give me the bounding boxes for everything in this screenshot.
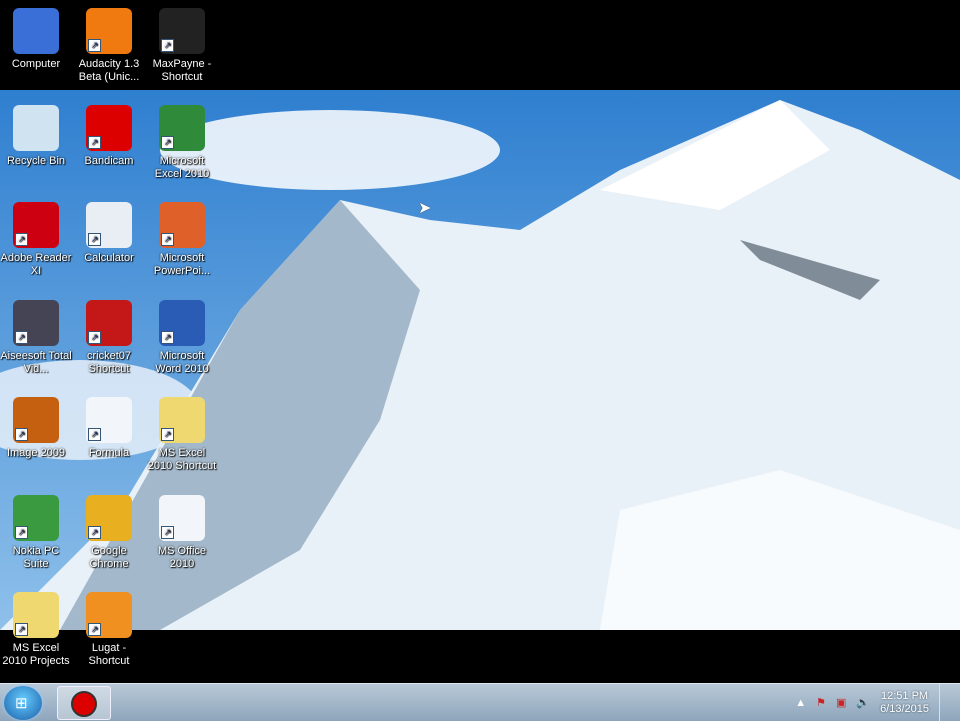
desktop-icon-ms-excel-2010-shortcut[interactable]: ↗ MS Excel 2010 Shortcut <box>146 397 218 473</box>
icon-label: cricket07 Shortcut <box>86 350 132 375</box>
app-icon <box>13 8 59 54</box>
desktop-icon-calculator[interactable]: ↗ Calculator <box>73 202 145 265</box>
desktop-icon-microsoft-excel-2010[interactable]: ↗ Microsoft Excel 2010 <box>146 105 218 181</box>
desktop-icon-microsoft-powerpoi[interactable]: ↗ Microsoft PowerPoi... <box>146 202 218 278</box>
desktop-icon-computer[interactable]: Computer <box>0 8 72 71</box>
show-desktop-button[interactable] <box>939 684 950 721</box>
shortcut-arrow-icon: ↗ <box>88 39 101 52</box>
app-icon: ↗ <box>86 397 132 443</box>
app-icon: ↗ <box>86 300 132 346</box>
icon-label: MS Office 2010 <box>157 545 207 570</box>
app-icon <box>13 105 59 151</box>
desktop-icon-audacity-1-3-beta-unic[interactable]: ↗ Audacity 1.3 Beta (Unic... <box>73 8 145 84</box>
icon-label: Microsoft PowerPoi... <box>153 252 211 277</box>
app-icon: ↗ <box>13 202 59 248</box>
desktop-icon-cricket07-shortcut[interactable]: ↗ cricket07 Shortcut <box>73 300 145 376</box>
app-icon: ↗ <box>159 397 205 443</box>
mouse-cursor-icon: ➤ <box>418 200 432 217</box>
icon-label: Microsoft Excel 2010 <box>154 155 210 180</box>
app-icon: ↗ <box>86 105 132 151</box>
app-icon: ↗ <box>159 495 205 541</box>
shortcut-arrow-icon: ↗ <box>88 136 101 149</box>
shortcut-arrow-icon: ↗ <box>88 526 101 539</box>
clock[interactable]: 12:51 PM 6/13/2015 <box>880 690 929 716</box>
volume-icon[interactable]: 🔈 <box>856 696 870 709</box>
icon-label: Recycle Bin <box>6 155 66 167</box>
app-icon: ↗ <box>86 8 132 54</box>
action-center-flag-icon[interactable]: ⚑ <box>816 696 826 709</box>
shortcut-arrow-icon: ↗ <box>161 428 174 441</box>
shortcut-arrow-icon: ↗ <box>88 428 101 441</box>
shortcut-arrow-icon: ↗ <box>88 331 101 344</box>
app-icon: ↗ <box>86 495 132 541</box>
shortcut-arrow-icon: ↗ <box>15 526 28 539</box>
desktop-icon-aiseesoft-total-vid[interactable]: ↗ Aiseesoft Total Vid... <box>0 300 72 376</box>
app-icon: ↗ <box>159 202 205 248</box>
icon-label: Computer <box>11 58 61 70</box>
shortcut-arrow-icon: ↗ <box>161 136 174 149</box>
desktop-icon-adobe-reader-xi[interactable]: ↗ Adobe Reader XI <box>0 202 72 278</box>
icon-label: Formula <box>88 447 130 459</box>
icon-label: Aiseesoft Total Vid... <box>0 350 72 375</box>
shortcut-arrow-icon: ↗ <box>161 331 174 344</box>
shortcut-arrow-icon: ↗ <box>88 233 101 246</box>
desktop-icon-microsoft-word-2010[interactable]: ↗ Microsoft Word 2010 <box>146 300 218 376</box>
icon-label: Adobe Reader XI <box>0 252 72 277</box>
shortcut-arrow-icon: ↗ <box>161 39 174 52</box>
shortcut-arrow-icon: ↗ <box>88 623 101 636</box>
shortcut-arrow-icon: ↗ <box>15 331 28 344</box>
app-icon: ↗ <box>13 592 59 638</box>
icon-label: Nokia PC Suite <box>12 545 60 570</box>
icon-label: Lugat - Shortcut <box>88 642 130 667</box>
desktop-icon-recycle-bin[interactable]: Recycle Bin <box>0 105 72 168</box>
start-button[interactable]: ⊞ <box>4 686 42 720</box>
icon-label: MS Excel 2010 Projects <box>2 642 70 667</box>
desktop-icon-image-2009[interactable]: ↗ Image 2009 <box>0 397 72 460</box>
desktop-icon-ms-excel-2010-projects[interactable]: ↗ MS Excel 2010 Projects <box>0 592 72 668</box>
system-tray: ▲ ⚑ ▣ 🔈 12:51 PM 6/13/2015 <box>795 684 950 721</box>
network-icon[interactable]: ▣ <box>836 696 846 709</box>
app-icon: ↗ <box>159 8 205 54</box>
icon-label: Calculator <box>84 252 134 264</box>
app-icon: ↗ <box>86 592 132 638</box>
icon-label: MS Excel 2010 Shortcut <box>147 447 217 472</box>
desktop-icon-formula[interactable]: ↗ Formula <box>73 397 145 460</box>
icon-label: Image 2009 <box>6 447 66 459</box>
taskbar-app-bandicam[interactable] <box>57 686 111 720</box>
icon-label: Microsoft Word 2010 <box>155 350 209 375</box>
app-icon: ↗ <box>13 397 59 443</box>
icon-label: Google Chrome <box>89 545 129 570</box>
shortcut-arrow-icon: ↗ <box>15 233 28 246</box>
clock-date: 6/13/2015 <box>880 702 929 715</box>
desktop-icon-bandicam[interactable]: ↗ Bandicam <box>73 105 145 168</box>
shortcut-arrow-icon: ↗ <box>161 526 174 539</box>
app-icon: ↗ <box>13 300 59 346</box>
bandicam-icon <box>71 691 97 717</box>
taskbar: ⊞ ▲ ⚑ ▣ 🔈 12:51 PM 6/13/2015 <box>0 683 960 721</box>
app-icon: ↗ <box>159 300 205 346</box>
desktop-icon-lugat-shortcut[interactable]: ↗ Lugat - Shortcut <box>73 592 145 668</box>
shortcut-arrow-icon: ↗ <box>161 233 174 246</box>
windows-logo-icon: ⊞ <box>15 695 28 712</box>
desktop-icon-maxpayne-shortcut[interactable]: ↗ MaxPayne - Shortcut <box>146 8 218 84</box>
app-icon: ↗ <box>159 105 205 151</box>
shortcut-arrow-icon: ↗ <box>15 623 28 636</box>
icon-label: Bandicam <box>84 155 134 167</box>
show-hidden-icons-icon[interactable]: ▲ <box>795 697 806 709</box>
icon-label: MaxPayne - Shortcut <box>152 58 212 83</box>
shortcut-arrow-icon: ↗ <box>15 428 28 441</box>
app-icon: ↗ <box>86 202 132 248</box>
desktop-icon-nokia-pc-suite[interactable]: ↗ Nokia PC Suite <box>0 495 72 571</box>
app-icon: ↗ <box>13 495 59 541</box>
icon-label: Audacity 1.3 Beta (Unic... <box>78 58 140 83</box>
desktop-icon-google-chrome[interactable]: ↗ Google Chrome <box>73 495 145 571</box>
clock-time: 12:51 PM <box>880 689 929 702</box>
desktop-icon-ms-office-2010[interactable]: ↗ MS Office 2010 <box>146 495 218 571</box>
